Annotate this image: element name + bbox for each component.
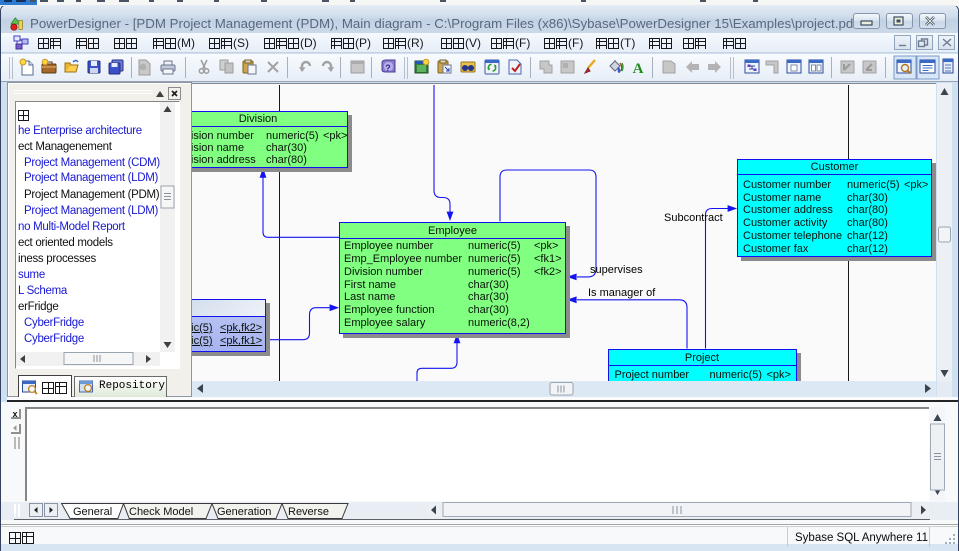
svg-text:A: A	[633, 61, 644, 77]
svg-text:?: ?	[385, 63, 391, 73]
svg-text:Generation: Generation	[217, 506, 271, 518]
svg-text:Reverse: Reverse	[288, 506, 329, 518]
svg-text:Check Model: Check Model	[129, 506, 193, 518]
svg-text:General: General	[73, 506, 112, 518]
